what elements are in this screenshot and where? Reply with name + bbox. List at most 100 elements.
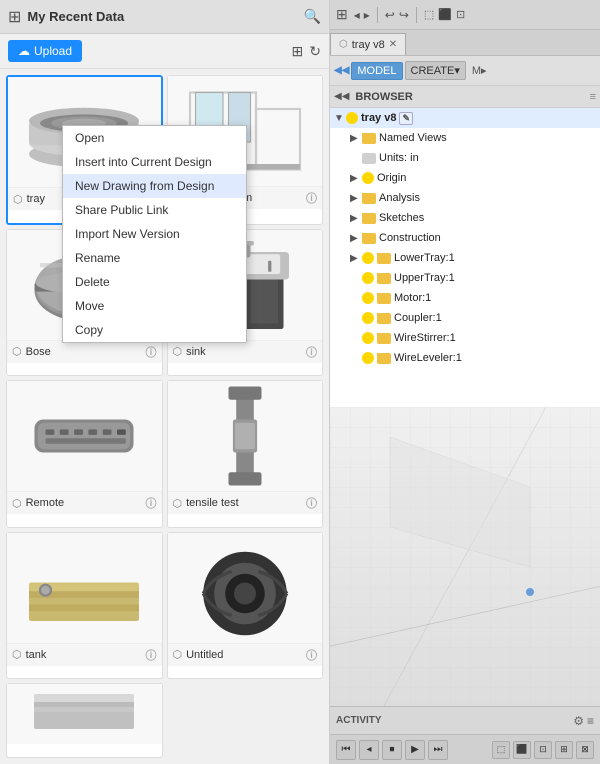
tab-tray-v8[interactable]: ⬡ tray v8 ✕: [330, 33, 406, 55]
tree-item-motor[interactable]: Motor:1: [330, 288, 600, 308]
item-label-sink: sink: [186, 346, 302, 358]
tree-item-wireleveler[interactable]: WireLeveler:1: [330, 348, 600, 368]
item-card-tensile[interactable]: ⬡ tensile test ⓘ: [167, 380, 324, 528]
context-menu-import[interactable]: Import New Version: [63, 222, 246, 246]
activity-settings-icon[interactable]: ⚙: [573, 714, 584, 728]
activity-pin-icon[interactable]: ≡: [587, 714, 594, 728]
create-button[interactable]: CREATE▾: [405, 61, 466, 80]
playback-skip-end[interactable]: ⏭: [428, 740, 448, 760]
playback-cam1[interactable]: ⬚: [492, 741, 510, 759]
tree-label-wireleveler: WireLeveler:1: [394, 352, 462, 364]
tree-item-construction[interactable]: ▶ Construction: [330, 228, 600, 248]
upload-icon: ☁: [18, 44, 30, 58]
context-menu-copy[interactable]: Copy: [63, 318, 246, 342]
tab-close-icon[interactable]: ✕: [389, 39, 397, 50]
browser-header: ◀◀ BROWSER ≡: [330, 86, 600, 108]
grid-view-icon[interactable]: ⊞: [292, 43, 304, 60]
context-menu-insert[interactable]: Insert into Current Design: [63, 150, 246, 174]
playback-cam2[interactable]: ⬛: [513, 741, 531, 759]
toolbar-icon-mesh[interactable]: ⬛: [438, 8, 452, 21]
undo-icon[interactable]: ↩: [385, 8, 395, 22]
playback-skip-start[interactable]: ⏮: [336, 740, 356, 760]
extra-preview: [24, 684, 144, 744]
upload-button[interactable]: ☁ Upload: [8, 40, 82, 62]
activity-bar: ACTIVITY ⚙ ≡: [330, 706, 600, 734]
tree-icon-lowertray-bulb: [362, 252, 374, 264]
item-label-tensile: tensile test: [186, 497, 302, 509]
more-icon[interactable]: M▸: [472, 64, 487, 77]
sub-toolbar: ◀◀ MODEL CREATE▾ M▸: [330, 56, 600, 86]
tree-item-root[interactable]: ▼ tray v8 ✎: [330, 108, 600, 128]
tree-item-lowertray[interactable]: ▶ LowerTray:1: [330, 248, 600, 268]
viewport-grid-svg: [330, 407, 600, 706]
tree-item-units[interactable]: Units: in: [330, 148, 600, 168]
tree-icon-construction: [362, 233, 376, 244]
panel-title: My Recent Data: [27, 9, 297, 24]
context-menu-open[interactable]: Open: [63, 126, 246, 150]
item-card-extra[interactable]: [6, 683, 163, 758]
viewport[interactable]: [330, 407, 600, 706]
toolbar-icon-export[interactable]: ⊡: [456, 8, 465, 21]
browser-collapse-icon[interactable]: ◀◀: [334, 91, 349, 102]
tree-item-uppertray[interactable]: UpperTray:1: [330, 268, 600, 288]
browser-pin-icon[interactable]: ≡: [590, 91, 596, 103]
context-menu-move[interactable]: Move: [63, 294, 246, 318]
activity-label: ACTIVITY: [336, 715, 570, 726]
refresh-icon[interactable]: ↻: [309, 43, 321, 60]
item-info-untitled[interactable]: ⓘ: [306, 647, 317, 663]
right-panel: ⊞ ◂ ▸ ↩ ↪ ⬚ ⬛ ⊡ ⬡ tray v8 ✕ ◀◀ MODEL CRE…: [330, 0, 600, 764]
tree-label-construction: Construction: [379, 232, 441, 244]
toolbar-row: ☁ Upload ⊞ ↻: [0, 34, 329, 69]
item-type-icon-tensile: ⬡: [173, 497, 183, 510]
item-info-remote[interactable]: ⓘ: [146, 495, 157, 511]
item-info-tensile[interactable]: ⓘ: [306, 495, 317, 511]
item-info-masterroom[interactable]: ⓘ: [306, 190, 317, 206]
nav-left-icon[interactable]: ◀◀: [334, 65, 349, 76]
redo-icon[interactable]: ↪: [399, 8, 409, 22]
tree-icon-coupler-folder: [377, 313, 391, 324]
tree-arrow-root: ▼: [334, 113, 346, 124]
playback-cam4[interactable]: ⊞: [555, 741, 573, 759]
tree-icon-units: [362, 153, 376, 164]
tree-item-sketches[interactable]: ▶ Sketches: [330, 208, 600, 228]
item-type-icon-tray: ⬡: [13, 193, 23, 206]
item-label-remote: Remote: [26, 497, 142, 509]
context-menu-new-drawing[interactable]: New Drawing from Design: [63, 174, 246, 198]
item-thumb-remote: [7, 381, 162, 491]
nav-fwd-icon[interactable]: ▸: [364, 8, 370, 22]
item-footer-bose: ⬡ Bose ⓘ: [7, 340, 162, 363]
playback-cam5[interactable]: ⊠: [576, 741, 594, 759]
grid-icon[interactable]: ⊞: [336, 6, 348, 23]
item-thumb-extra: [7, 684, 162, 744]
item-info-tank[interactable]: ⓘ: [146, 647, 157, 663]
tree-item-wirestirrer[interactable]: WireStirrer:1: [330, 328, 600, 348]
tree-label-units: Units: in: [379, 152, 419, 164]
model-button[interactable]: MODEL: [351, 62, 402, 80]
nav-back-icon[interactable]: ◂: [354, 8, 360, 22]
tree-icon-lowertray-folder: [377, 253, 391, 264]
item-card-tank[interactable]: ⬡ tank ⓘ: [6, 532, 163, 680]
context-menu-share[interactable]: Share Public Link: [63, 198, 246, 222]
playback-cam3[interactable]: ⊡: [534, 741, 552, 759]
tree-label-sketches: Sketches: [379, 212, 424, 224]
playback-play[interactable]: ▶: [405, 740, 425, 760]
toolbar-icon-3d[interactable]: ⬚: [424, 8, 434, 21]
tree-item-analysis[interactable]: ▶ Analysis: [330, 188, 600, 208]
item-info-bose[interactable]: ⓘ: [146, 344, 157, 360]
playback-stop[interactable]: ⏹: [382, 740, 402, 760]
tree-item-origin[interactable]: ▶ Origin: [330, 168, 600, 188]
search-icon[interactable]: 🔍: [304, 8, 321, 25]
context-menu-rename[interactable]: Rename: [63, 246, 246, 270]
tree-label-lowertray: LowerTray:1: [394, 252, 455, 264]
context-menu-delete[interactable]: Delete: [63, 270, 246, 294]
playback-prev[interactable]: ◂: [359, 740, 379, 760]
tree-badge-root: ✎: [399, 112, 413, 125]
item-thumb-tensile: [168, 381, 323, 491]
tree-item-coupler[interactable]: Coupler:1: [330, 308, 600, 328]
item-label-bose: Bose: [26, 346, 142, 358]
item-card-remote[interactable]: ⬡ Remote ⓘ: [6, 380, 163, 528]
sep1: [377, 7, 378, 23]
item-info-sink[interactable]: ⓘ: [306, 344, 317, 360]
tree-item-named-views[interactable]: ▶ Named Views: [330, 128, 600, 148]
item-card-untitled[interactable]: ⬡ Untitled ⓘ: [167, 532, 324, 680]
